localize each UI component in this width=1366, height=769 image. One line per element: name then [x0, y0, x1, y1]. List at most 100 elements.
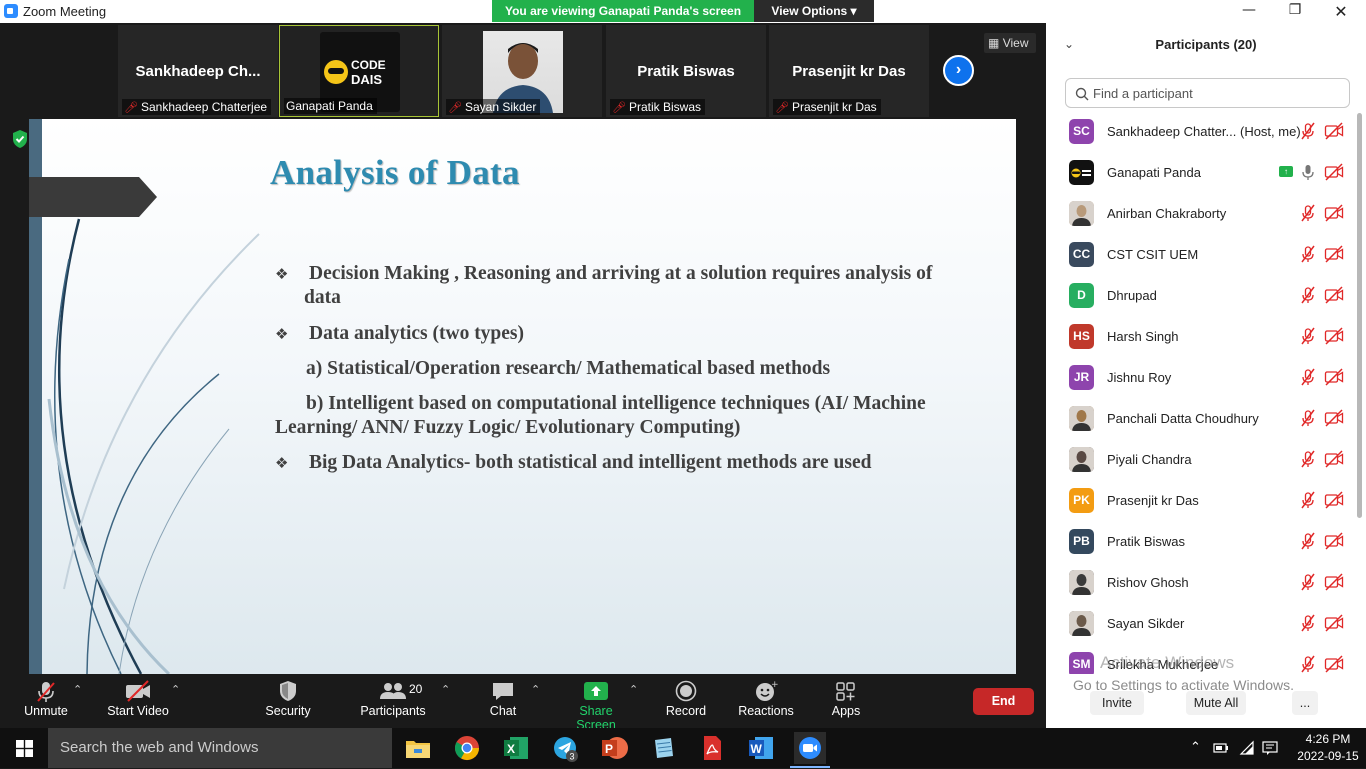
participant-row[interactable]: Rishov Ghosh — [1046, 562, 1356, 603]
view-options-button[interactable]: View Options ▾ — [754, 0, 874, 22]
minimize-button[interactable]: — — [1226, 2, 1272, 22]
muted-mic-icon[interactable] — [1299, 122, 1317, 140]
video-off-icon[interactable] — [1324, 532, 1344, 550]
svg-text:DAIS: DAIS — [351, 72, 382, 87]
chat-caret-icon[interactable]: ⌃ — [531, 683, 540, 696]
video-off-icon[interactable] — [1324, 245, 1344, 263]
next-page-arrow-icon[interactable]: › — [943, 55, 974, 86]
windows-taskbar: Search the web and Windows X 3 P W ⌃ 4:2… — [0, 728, 1366, 768]
video-off-icon[interactable] — [1324, 409, 1344, 427]
unmute-button[interactable]: Unmute — [20, 674, 72, 728]
slide-bullet: ❖ Decision Making , Reasoning and arrivin… — [275, 263, 933, 308]
participant-search-input[interactable] — [1093, 84, 1343, 102]
muted-mic-icon[interactable] — [1299, 368, 1317, 386]
muted-mic-icon[interactable] — [1299, 450, 1317, 468]
participant-search-field[interactable] — [1065, 78, 1350, 108]
powerpoint-icon[interactable]: P — [598, 732, 630, 764]
participant-row[interactable]: Anirban Chakraborty — [1046, 193, 1356, 234]
video-off-icon[interactable] — [1324, 655, 1344, 673]
muted-mic-icon[interactable] — [1299, 532, 1317, 550]
video-off-icon[interactable] — [1324, 327, 1344, 345]
video-off-icon[interactable] — [1324, 286, 1344, 304]
chrome-icon[interactable] — [451, 732, 483, 764]
participant-row[interactable]: Piyali Chandra — [1046, 439, 1356, 480]
word-icon[interactable]: W — [745, 732, 777, 764]
participant-row[interactable]: SC Sankhadeep Chatter... (Host, me) — [1046, 111, 1356, 152]
battery-icon[interactable] — [1213, 741, 1229, 755]
participant-row[interactable]: Panchali Datta Choudhury — [1046, 398, 1356, 439]
acrobat-icon[interactable] — [696, 732, 728, 764]
mute-all-button[interactable]: Mute All — [1186, 691, 1246, 715]
participants-caret-icon[interactable]: ⌃ — [441, 683, 450, 696]
system-clock[interactable]: 4:26 PM 2022-09-15 — [1290, 731, 1366, 765]
start-button[interactable] — [0, 728, 48, 768]
tile-name-label: Ganapati Panda — [284, 98, 377, 114]
start-video-button[interactable]: Start Video — [104, 674, 172, 728]
participant-row[interactable]: HS Harsh Singh — [1046, 316, 1356, 357]
video-off-icon[interactable] — [1324, 450, 1344, 468]
share-options-caret-icon[interactable]: ⌃ — [629, 683, 638, 696]
participant-avatar: SC — [1069, 119, 1094, 144]
video-tile-pratik[interactable]: Pratik Biswas 🎤︎ Pratik Biswas — [606, 25, 766, 117]
video-off-icon[interactable] — [1324, 204, 1344, 222]
tile-display-name: Pratik Biswas — [637, 63, 735, 80]
video-off-icon[interactable] — [1324, 368, 1344, 386]
security-button[interactable]: Security — [263, 674, 313, 728]
participant-row[interactable]: Ganapati Panda ↑ — [1046, 152, 1356, 193]
video-off-icon[interactable] — [1324, 614, 1344, 632]
video-tile-prasenjit[interactable]: Prasenjit kr Das 🎤︎ Prasenjit kr Das — [769, 25, 929, 117]
participant-avatar: SM — [1069, 652, 1094, 674]
participant-name: Prasenjit kr Das — [1107, 493, 1199, 508]
muted-mic-icon[interactable] — [1299, 655, 1317, 673]
muted-mic-icon[interactable] — [1299, 573, 1317, 591]
muted-mic-icon[interactable] — [1299, 614, 1317, 632]
video-tile-ganapati[interactable]: CODE DAIS Ganapati Panda — [279, 25, 439, 117]
zoom-taskbar-icon[interactable] — [790, 732, 830, 768]
encryption-shield-icon[interactable] — [11, 129, 29, 149]
more-options-button[interactable]: ... — [1292, 691, 1318, 715]
video-off-icon[interactable] — [1324, 122, 1344, 140]
muted-mic-icon[interactable] — [1299, 204, 1317, 222]
end-meeting-button[interactable]: End — [973, 688, 1034, 715]
show-hidden-icons-chevron-icon[interactable]: ⌃ — [1190, 739, 1201, 755]
notepad-icon[interactable] — [647, 732, 679, 764]
participant-row[interactable]: PB Pratik Biswas — [1046, 521, 1356, 562]
record-button[interactable]: Record — [663, 674, 709, 728]
muted-mic-icon[interactable] — [1299, 409, 1317, 427]
video-off-icon[interactable] — [1324, 573, 1344, 591]
chat-button[interactable]: Chat — [483, 674, 523, 728]
participants-button[interactable]: 20 Participants — [357, 674, 429, 728]
notifications-icon[interactable] — [1262, 740, 1278, 756]
muted-mic-icon[interactable] — [1299, 491, 1317, 509]
participant-row[interactable]: Sayan Sikder — [1046, 603, 1356, 644]
video-off-icon[interactable] — [1324, 163, 1344, 181]
invite-button[interactable]: Invite — [1090, 691, 1144, 715]
reactions-button[interactable]: + Reactions — [736, 674, 796, 728]
maximize-button[interactable]: ❐ — [1272, 2, 1318, 22]
mic-on-icon[interactable] — [1299, 163, 1317, 181]
participant-row[interactable]: JR Jishnu Roy — [1046, 357, 1356, 398]
telegram-icon[interactable]: 3 — [549, 732, 581, 764]
apps-button[interactable]: Apps — [826, 674, 866, 728]
audio-options-caret-icon[interactable]: ⌃ — [73, 683, 82, 696]
muted-mic-icon: 🎤︎ — [612, 102, 626, 114]
excel-icon[interactable]: X — [500, 732, 532, 764]
file-explorer-icon[interactable] — [402, 732, 434, 764]
video-options-caret-icon[interactable]: ⌃ — [171, 683, 180, 696]
view-layout-button[interactable]: ▦ View — [984, 33, 1036, 53]
muted-mic-icon[interactable] — [1299, 245, 1317, 263]
video-tile-sankhadeep[interactable]: Sankhadeep Ch... 🎤︎ Sankhadeep Chatterjee — [118, 25, 278, 117]
muted-mic-icon[interactable] — [1299, 327, 1317, 345]
participant-list-scrollbar[interactable] — [1357, 113, 1362, 518]
taskbar-search-box[interactable]: Search the web and Windows — [48, 728, 392, 768]
close-button[interactable]: ✕ — [1318, 2, 1364, 22]
muted-mic-icon[interactable] — [1299, 286, 1317, 304]
participant-avatar: CC — [1069, 242, 1094, 267]
video-off-icon[interactable] — [1324, 491, 1344, 509]
share-screen-button[interactable]: Share Screen — [558, 674, 634, 732]
participant-row[interactable]: D Dhrupad — [1046, 275, 1356, 316]
video-tile-sayan[interactable]: 🎤︎ Sayan Sikder — [442, 25, 602, 117]
participant-row[interactable]: PK Prasenjit kr Das — [1046, 480, 1356, 521]
wifi-icon[interactable] — [1239, 740, 1255, 756]
participant-row[interactable]: CC CST CSIT UEM — [1046, 234, 1356, 275]
